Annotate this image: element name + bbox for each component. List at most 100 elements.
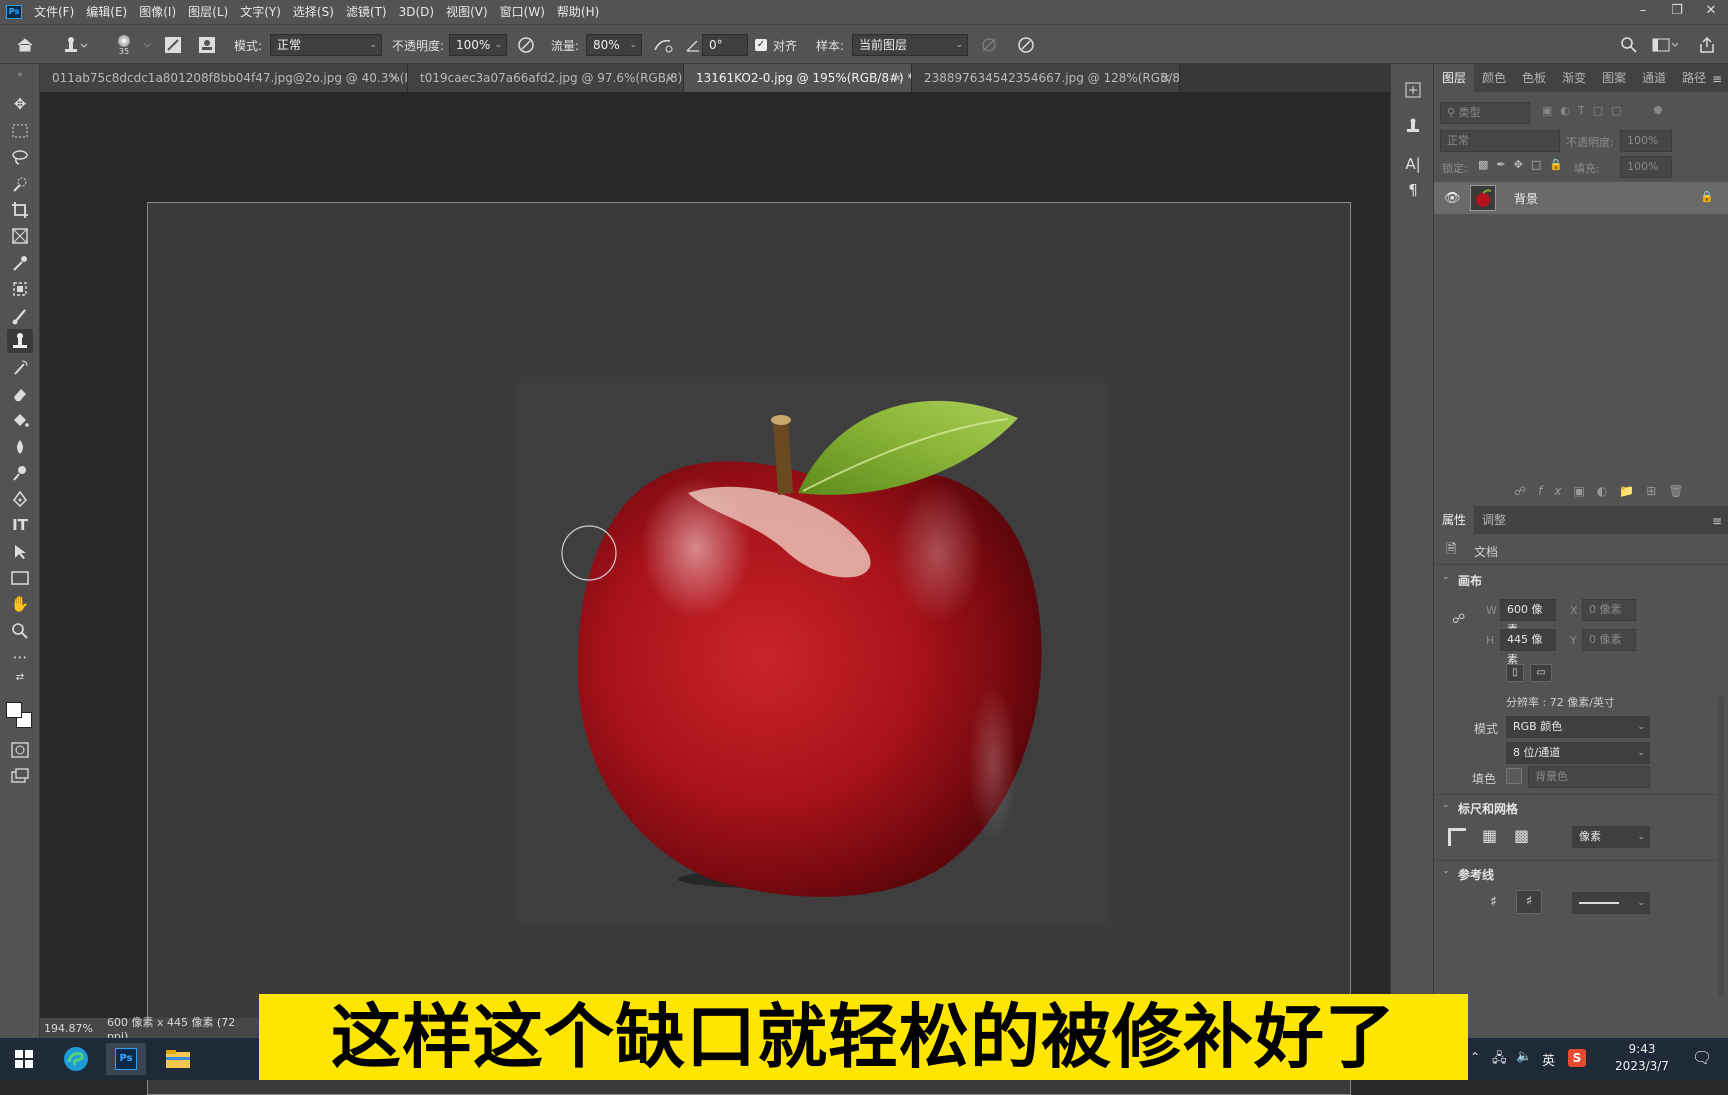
quick-selection-tool-icon[interactable] — [7, 172, 33, 196]
tab-channels[interactable]: 通道 — [1634, 64, 1674, 92]
sample-select[interactable]: 当前图层 ⌄ — [852, 34, 968, 56]
add-mask-icon[interactable]: ▣ — [1573, 484, 1596, 498]
chevron-down-icon[interactable]: ⌄ — [1442, 572, 1450, 582]
guide-layout-icon[interactable]: ♯ — [1516, 890, 1542, 914]
minimize-button[interactable]: – — [1626, 0, 1660, 20]
ignore-adjustment-layers-icon[interactable] — [980, 25, 998, 65]
pressure-opacity-icon[interactable] — [516, 25, 536, 65]
clone-stamp-tool-icon[interactable] — [7, 329, 33, 353]
adjustment-layer-icon[interactable]: ◐ — [1597, 484, 1619, 498]
notification-center-icon[interactable]: 🗨 — [1692, 1048, 1712, 1067]
menu-image[interactable]: 图像(I) — [133, 0, 182, 24]
canvas-y-field[interactable]: 0 像素 — [1582, 629, 1636, 651]
tab-gradients[interactable]: 渐变 — [1554, 64, 1594, 92]
aligned-checkbox-wrapper[interactable]: ✓ 对齐 — [755, 25, 797, 65]
clone-source-panel-icon[interactable] — [1401, 114, 1425, 138]
menu-3d[interactable]: 3D(D) — [393, 0, 440, 24]
path-selection-tool-icon[interactable] — [7, 540, 33, 564]
eraser-tool-icon[interactable] — [7, 382, 33, 406]
share-icon[interactable] — [1698, 25, 1716, 65]
eye-icon[interactable]: 👁 — [1444, 191, 1461, 206]
collapse-toolbar-icon[interactable]: » — [7, 70, 33, 80]
link-dimensions-icon[interactable]: ☍ — [1452, 612, 1465, 627]
pixel-grid-icon[interactable]: ▩ — [1514, 826, 1529, 845]
menu-select[interactable]: 选择(S) — [287, 0, 340, 24]
marquee-tool-icon[interactable] — [7, 119, 33, 143]
network-icon[interactable]: 🖧 — [1492, 1049, 1507, 1071]
portrait-orientation-icon[interactable]: ▯ — [1506, 664, 1524, 682]
airbrush-icon[interactable] — [652, 25, 674, 65]
angle-field[interactable]: 0° — [702, 34, 748, 56]
foreground-color-swatch[interactable] — [6, 702, 22, 718]
more-tools-icon[interactable]: ⋯ — [7, 645, 33, 669]
layer-fill-field[interactable]: 100% — [1620, 156, 1672, 178]
quick-mask-icon[interactable] — [7, 738, 33, 762]
paragraph-panel-icon[interactable]: ¶ — [1401, 178, 1425, 202]
blend-mode-select[interactable]: 正常 — [1440, 130, 1560, 152]
home-icon[interactable] — [16, 25, 34, 65]
menu-window[interactable]: 窗口(W) — [494, 0, 551, 24]
rectangle-tool-icon[interactable] — [7, 566, 33, 590]
screen-mode-icon[interactable] — [7, 764, 33, 788]
type-tool-icon[interactable]: IT — [7, 513, 33, 537]
chevron-down-icon[interactable]: ⌵ — [144, 25, 151, 65]
pen-tool-icon[interactable] — [7, 487, 33, 511]
fx-icon[interactable]: fx — [1538, 484, 1573, 498]
tab-layers[interactable]: 图层 — [1434, 64, 1475, 92]
layer-filter-select[interactable]: ⚲ 类型 — [1440, 102, 1530, 124]
pressure-size-icon[interactable] — [1016, 25, 1036, 65]
guides-section-title[interactable]: 参考线 — [1458, 866, 1494, 883]
menu-edit[interactable]: 编辑(E) — [80, 0, 133, 24]
history-panel-icon[interactable] — [1401, 78, 1425, 102]
canvas-width-field[interactable]: 600 像素 — [1500, 599, 1556, 636]
volume-icon[interactable]: 🔈 — [1516, 1049, 1532, 1064]
lock-icons[interactable]: ▩✒✥□🔒 — [1478, 158, 1571, 171]
close-icon[interactable]: × — [665, 64, 675, 92]
chevron-down-icon[interactable]: ⌄ — [1442, 800, 1450, 810]
tab-document-1[interactable]: 011ab75c8dcdc1a801208f8bb04f47.jpg@2o.jp… — [40, 64, 408, 92]
clone-source-icon[interactable] — [198, 25, 216, 65]
clone-stamp-preset-icon[interactable] — [62, 25, 88, 65]
brush-tool-icon[interactable] — [7, 304, 33, 328]
tab-swatches[interactable]: 色板 — [1514, 64, 1554, 92]
guide-color-select[interactable]: ⌄ — [1572, 892, 1650, 914]
link-layers-icon[interactable]: ☍ — [1514, 484, 1538, 498]
taskbar-clock[interactable]: 9:43 2023/3/7 — [1602, 1041, 1682, 1075]
document-canvas[interactable] — [147, 202, 1351, 1095]
flow-field[interactable]: 80% ⌄ — [586, 34, 642, 56]
tab-document-3[interactable]: 13161KO2-0.jpg @ 195%(RGB/8#) * × — [684, 64, 912, 92]
workspace-icon[interactable] — [1652, 25, 1678, 65]
canvas-height-field[interactable]: 445 像素 — [1500, 629, 1556, 666]
lasso-tool-icon[interactable] — [7, 145, 33, 169]
windows-start-icon[interactable] — [4, 1043, 44, 1075]
canvas-x-field[interactable]: 0 像素 — [1582, 599, 1636, 621]
tab-color[interactable]: 颜色 — [1474, 64, 1514, 92]
dodge-tool-icon[interactable] — [7, 461, 33, 485]
zoom-level[interactable]: 194.87% — [44, 1022, 93, 1035]
close-icon[interactable]: × — [893, 64, 903, 92]
tab-paths[interactable]: 路径 — [1674, 64, 1714, 92]
grid-icon[interactable]: ▦ — [1482, 826, 1497, 845]
canvas-workspace[interactable] — [40, 92, 1390, 1095]
filter-toggle-icon[interactable] — [1654, 106, 1662, 114]
panel-menu-icon[interactable]: ≡ — [1712, 514, 1722, 528]
units-select[interactable]: 像素 ⌄ — [1572, 826, 1650, 848]
layer-opacity-field[interactable]: 100% — [1620, 130, 1672, 152]
zoom-tool-icon[interactable] — [7, 619, 33, 643]
landscape-orientation-icon[interactable]: ▭ — [1530, 664, 1552, 682]
guides-icon[interactable]: ♯ — [1490, 894, 1497, 910]
blur-tool-icon[interactable] — [7, 435, 33, 459]
swap-colors-icon[interactable]: ⇄ — [7, 670, 33, 684]
history-brush-tool-icon[interactable] — [7, 356, 33, 380]
tab-patterns[interactable]: 图案 — [1594, 64, 1634, 92]
layer-name[interactable]: 背景 — [1514, 190, 1538, 207]
close-icon[interactable]: × — [1161, 64, 1171, 92]
rulers-grids-section-title[interactable]: 标尺和网格 — [1458, 800, 1518, 817]
delete-layer-icon[interactable]: 🗑 — [1668, 484, 1695, 498]
new-layer-icon[interactable]: ⊞ — [1646, 484, 1668, 498]
tab-document-2[interactable]: t019caec3a07a66afd2.jpg @ 97.6%(RGB/8) *… — [408, 64, 684, 92]
restore-button[interactable]: ❐ — [1660, 0, 1694, 20]
menu-help[interactable]: 帮助(H) — [551, 0, 605, 24]
menu-filter[interactable]: 滤镜(T) — [340, 0, 393, 24]
edge-browser-icon[interactable] — [56, 1043, 96, 1075]
